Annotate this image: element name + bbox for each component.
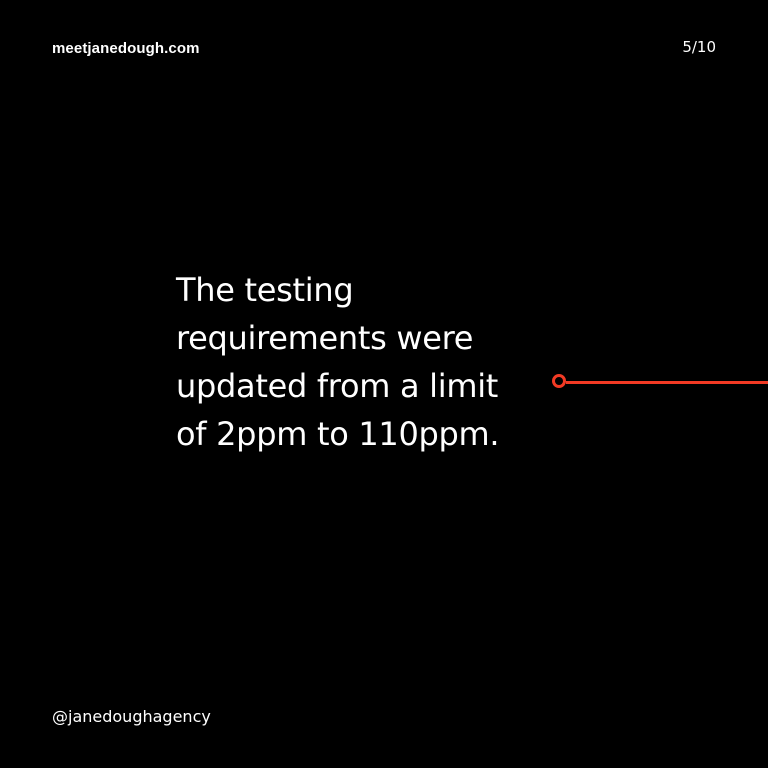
site-url: meetjanedough.com <box>52 40 200 57</box>
slide-body-text: The testing requirements were updated fr… <box>176 266 546 458</box>
body-text-line: requirements were <box>176 319 474 357</box>
page-counter: 5/10 <box>682 38 716 56</box>
carousel-slide: meetjanedough.com 5/10 The testing requi… <box>0 0 768 768</box>
body-text-line: updated from a limit <box>176 367 499 405</box>
body-text-line: of 2ppm to 110ppm. <box>176 415 500 453</box>
body-text-line: The testing <box>176 271 354 309</box>
connector-line <box>566 381 768 384</box>
social-handle: @janedoughagency <box>52 707 211 726</box>
connector-dot-icon <box>552 374 566 388</box>
